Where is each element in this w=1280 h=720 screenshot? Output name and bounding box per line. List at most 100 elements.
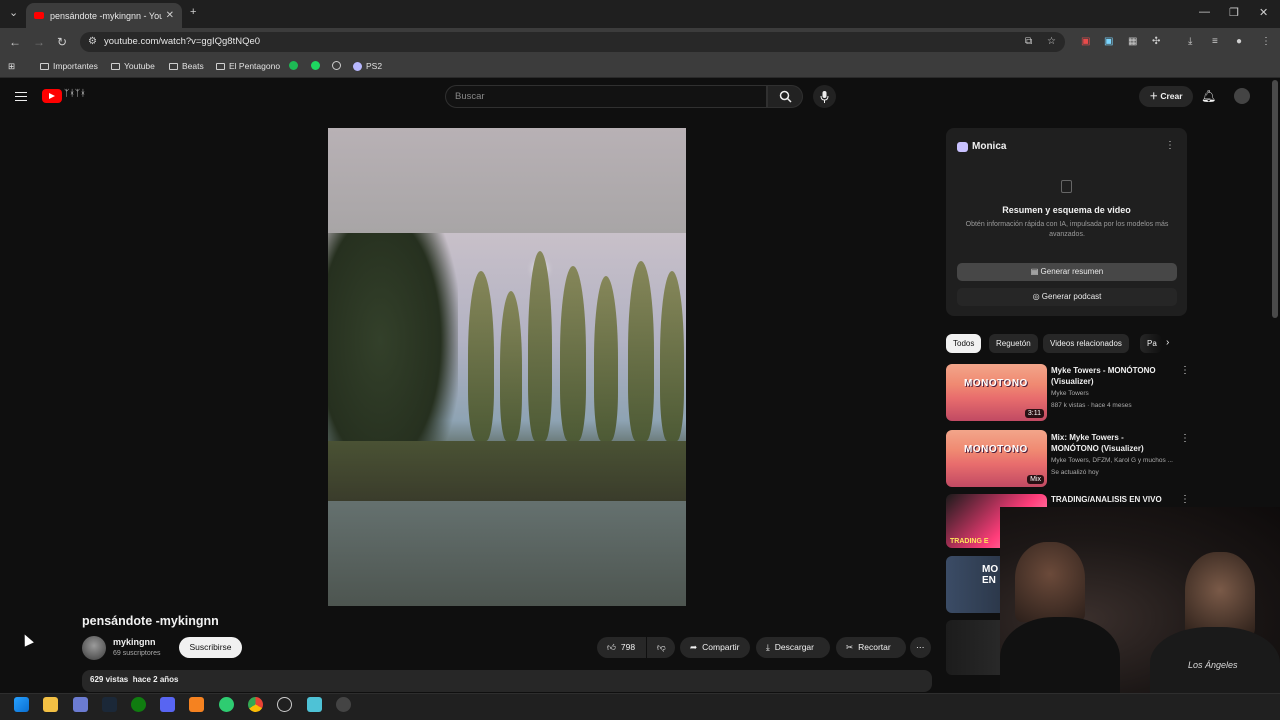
- chip-videos-relacionados[interactable]: Videos relacionados: [1043, 334, 1129, 353]
- thumbs-up-icon: 👍︎: [607, 642, 616, 652]
- chrome-icon[interactable]: [248, 697, 263, 712]
- bookmark-el-pentagono[interactable]: El Pentagono: [216, 61, 280, 71]
- monica-description: Obtén información rápida con IA, impulsa…: [965, 221, 1169, 238]
- browser-menu-icon[interactable]: ⋮: [1261, 36, 1271, 47]
- youtube-doodle[interactable]: ᛉᚼᛉᚼ: [64, 88, 86, 98]
- page-scrollbar[interactable]: [1272, 80, 1278, 318]
- site-info-icon[interactable]: ⚙: [88, 36, 97, 47]
- recommendation-title[interactable]: Myke Towers - MONÓTONO (Visualizer): [1051, 365, 1171, 387]
- download-button[interactable]: ⤓ Descargar: [756, 637, 830, 658]
- extension-icon[interactable]: ▦: [1128, 36, 1137, 47]
- document-icon: [1061, 180, 1072, 193]
- app-icon: [289, 61, 298, 70]
- channel-name[interactable]: mykingnn: [113, 637, 156, 647]
- create-button[interactable]: ＋ Crear: [1139, 86, 1193, 107]
- generate-summary-button[interactable]: ▤ Generar resumen: [957, 263, 1177, 281]
- chip-regueton[interactable]: Reguetón: [989, 334, 1038, 353]
- notifications-bell-icon[interactable]: 🔔︎: [1201, 89, 1216, 103]
- monica-more-icon[interactable]: ⋮: [1165, 140, 1175, 151]
- install-app-icon[interactable]: ⧉: [1025, 36, 1032, 47]
- bookmark-youtube[interactable]: Youtube: [111, 61, 155, 71]
- calculator-icon[interactable]: [73, 697, 88, 712]
- notepad-icon[interactable]: [307, 697, 322, 712]
- voice-search-button[interactable]: [813, 85, 836, 108]
- share-label: Compartir: [702, 642, 740, 652]
- bookmark-ps2[interactable]: PS2: [353, 61, 382, 71]
- address-bar[interactable]: youtube.com/watch?v=ggIQg8tNQe0: [80, 32, 1065, 52]
- search-button[interactable]: [767, 85, 803, 108]
- avatar[interactable]: [1234, 88, 1250, 104]
- description-box[interactable]: 629 vistas hace 2 años: [82, 670, 932, 692]
- bookmark-site[interactable]: [332, 61, 341, 70]
- steam-icon[interactable]: [102, 697, 117, 712]
- recommendation-thumbnail[interactable]: MONOTONO Mix: [946, 430, 1047, 487]
- tab-search-icon[interactable]: ⌄: [9, 6, 18, 19]
- bookmark-label: Youtube: [124, 61, 155, 71]
- media-player-icon[interactable]: [336, 697, 351, 712]
- download-icon[interactable]: ⤓: [1188, 36, 1192, 47]
- bookmark-beats[interactable]: Beats: [169, 61, 204, 71]
- recommendation-meta: Se actualizó hoy: [1051, 469, 1099, 476]
- clip-button[interactable]: ✂ Recortar: [836, 637, 906, 658]
- recommendation-more-icon[interactable]: ⋮: [1180, 494, 1190, 505]
- folder-icon: [169, 62, 178, 70]
- media-controls-icon[interactable]: ≡: [1212, 36, 1218, 47]
- extensions-puzzle-icon[interactable]: ✣: [1152, 36, 1160, 47]
- chip-todos[interactable]: Todos: [946, 334, 982, 353]
- browser-tab[interactable]: pensándote -mykingnn - YouTu ✕: [26, 3, 182, 28]
- windows-start-icon[interactable]: [14, 697, 29, 712]
- hamburger-menu-icon[interactable]: [15, 92, 27, 101]
- discord-icon[interactable]: [160, 697, 175, 712]
- mix-badge: Mix: [1027, 475, 1044, 484]
- apps-grid-icon[interactable]: ⊞: [8, 61, 15, 72]
- youtube-logo-icon[interactable]: [42, 89, 62, 103]
- recommendation-more-icon[interactable]: ⋮: [1180, 433, 1190, 444]
- obs-icon[interactable]: [277, 697, 292, 712]
- channel-avatar[interactable]: [82, 636, 106, 660]
- fl-studio-icon[interactable]: [189, 697, 204, 712]
- restore-icon[interactable]: ❐: [1229, 6, 1239, 19]
- recommendation-thumbnail[interactable]: MONOTONO 3:11: [946, 364, 1047, 421]
- spotify-icon: [311, 61, 320, 70]
- video-player[interactable]: [328, 128, 686, 606]
- bookmark-star-icon[interactable]: ☆: [1047, 36, 1056, 47]
- recommendation-channel[interactable]: Myke Towers: [1051, 390, 1089, 397]
- globe-icon: [332, 61, 341, 70]
- chevron-right-icon[interactable]: ›: [1166, 337, 1169, 348]
- extension-icon[interactable]: ▣: [1081, 36, 1090, 47]
- xbox-icon[interactable]: [131, 697, 146, 712]
- profile-icon[interactable]: ●: [1236, 36, 1242, 47]
- webcam-overlay: [1000, 507, 1280, 693]
- bookmark-site-green[interactable]: [289, 61, 298, 70]
- dislike-button[interactable]: 👎︎: [647, 637, 675, 658]
- file-explorer-icon[interactable]: [43, 697, 58, 712]
- extension-icon[interactable]: ▣: [1104, 36, 1113, 47]
- like-button[interactable]: 👍︎ 798: [597, 637, 646, 658]
- chip-partial[interactable]: Pa: [1140, 334, 1162, 353]
- search-input[interactable]: Buscar: [445, 85, 767, 108]
- monica-logo-icon: [957, 142, 968, 152]
- recommendation-title[interactable]: TRADING/ANALISIS EN VIVO: [1051, 494, 1171, 505]
- recommendation-title[interactable]: Mix: Myke Towers - MONÓTONO (Visualizer): [1051, 432, 1171, 454]
- reload-icon[interactable]: ↻: [57, 35, 67, 49]
- new-tab-button[interactable]: +: [190, 6, 196, 18]
- back-icon[interactable]: ←: [9, 35, 21, 49]
- subscribe-button[interactable]: Suscribirse: [179, 637, 242, 658]
- close-window-icon[interactable]: ✕: [1259, 6, 1268, 19]
- more-actions-button[interactable]: ⋯: [910, 637, 931, 658]
- bookmark-spotify[interactable]: [311, 61, 320, 70]
- bookmark-importantes[interactable]: Importantes: [40, 61, 98, 71]
- forward-icon[interactable]: →: [33, 35, 45, 49]
- close-tab-icon[interactable]: ✕: [166, 10, 174, 21]
- shirt-text: Los Ángeles: [1188, 660, 1238, 670]
- vpn-icon[interactable]: [219, 697, 234, 712]
- share-button[interactable]: ➦ Compartir: [680, 637, 750, 658]
- youtube-favicon-icon: [34, 12, 44, 19]
- recommendation-channel[interactable]: Myke Towers, DFZM, Karol G y muchos ...: [1051, 457, 1173, 464]
- generate-podcast-button[interactable]: ◎ Generar podcast: [957, 288, 1177, 306]
- thumbnail-text: TRADING E: [950, 538, 989, 545]
- video-frame-top: [328, 128, 686, 233]
- minimize-icon[interactable]: —: [1199, 6, 1210, 18]
- recommendation-more-icon[interactable]: ⋮: [1180, 365, 1190, 376]
- bookmark-label: PS2: [366, 61, 383, 71]
